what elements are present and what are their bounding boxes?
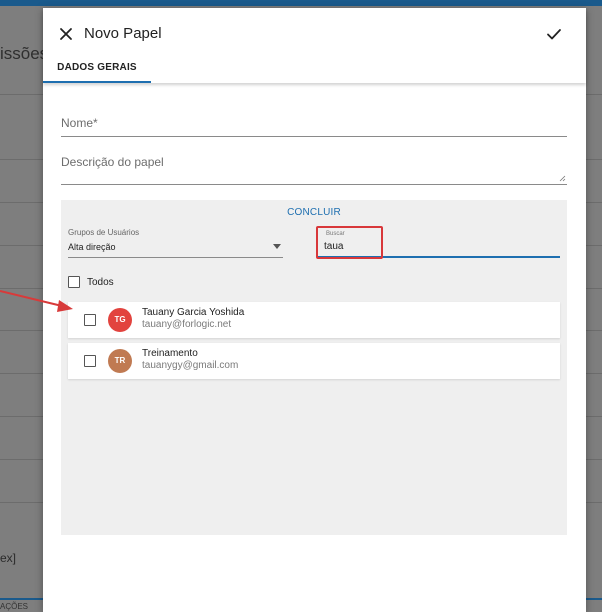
name-field[interactable]: Nome*	[61, 116, 567, 137]
user-groups-select[interactable]: Alta direção	[68, 239, 283, 258]
background-divider	[0, 245, 44, 246]
background-divider	[586, 245, 602, 246]
background-bottom-tab	[586, 598, 602, 612]
background-divider	[586, 159, 602, 160]
background-divider	[0, 202, 44, 203]
close-icon	[60, 28, 72, 40]
user-name: Treinamento	[142, 348, 198, 359]
background-divider	[0, 502, 44, 503]
tab-dados-gerais[interactable]: DADOS GERAIS	[43, 55, 151, 83]
background-divider	[586, 459, 602, 460]
background-page-title: issões	[0, 44, 49, 63]
search-input[interactable]	[324, 241, 376, 252]
name-field-label: Nome*	[61, 116, 98, 130]
user-checkbox[interactable]	[84, 355, 96, 367]
confirm-button[interactable]	[545, 25, 563, 43]
avatar: TG	[108, 308, 132, 332]
user-email: tauany@forlogic.net	[142, 319, 232, 330]
user-groups-label: Grupos de Usuários	[68, 228, 140, 237]
dialog-title: Novo Papel	[84, 25, 162, 42]
background-divider	[586, 94, 602, 95]
background-divider	[586, 330, 602, 331]
arrow-annotation	[0, 290, 73, 312]
background-divider	[0, 459, 44, 460]
background-divider	[586, 416, 602, 417]
new-role-dialog: Novo Papel DADOS GERAIS Nome* Descrição …	[43, 8, 586, 612]
user-email: tauanygy@gmail.com	[142, 360, 239, 371]
dialog-header: Novo Papel DADOS GERAIS	[43, 8, 586, 83]
search-field[interactable]: Buscar	[316, 226, 383, 259]
background-divider	[0, 416, 44, 417]
close-button[interactable]	[57, 25, 75, 43]
background-bottom-tab: AÇÕES	[0, 598, 44, 612]
background-text-snippet: ex]	[0, 551, 17, 565]
user-row[interactable]: TG Tauany Garcia Yoshida tauany@forlogic…	[68, 302, 560, 338]
background-divider	[586, 502, 602, 503]
check-icon	[547, 29, 561, 40]
background-divider	[586, 202, 602, 203]
background-divider	[0, 330, 44, 331]
background-divider	[0, 373, 44, 374]
search-label: Buscar	[326, 231, 345, 237]
user-row[interactable]: TR Treinamento tauanygy@gmail.com	[68, 343, 560, 379]
background-divider	[0, 94, 44, 95]
background-divider	[586, 373, 602, 374]
resize-grip-icon[interactable]	[559, 175, 566, 182]
user-name: Tauany Garcia Yoshida	[142, 307, 245, 318]
background-divider	[0, 159, 44, 160]
chevron-down-icon	[273, 244, 281, 249]
user-selection-panel: CONCLUIR Grupos de Usuários Alta direção…	[61, 200, 567, 535]
description-field-label: Descrição do papel	[61, 155, 164, 169]
concluir-button[interactable]: CONCLUIR	[61, 207, 567, 218]
user-groups-value: Alta direção	[68, 242, 116, 252]
background-divider	[586, 288, 602, 289]
avatar: TR	[108, 349, 132, 373]
description-field[interactable]: Descrição do papel	[61, 155, 567, 185]
